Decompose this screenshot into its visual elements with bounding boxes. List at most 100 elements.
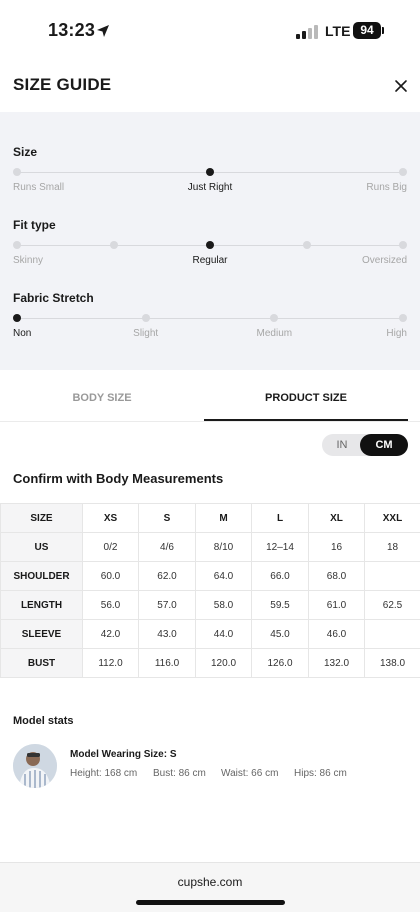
table-cell: 126.0	[251, 648, 309, 678]
fabric-stretch-scale-label: High	[386, 328, 407, 339]
table-row-header: SLEEVE	[0, 619, 83, 649]
table-cell: 12–14	[251, 532, 309, 562]
signal-icon	[296, 25, 318, 39]
table-cell: 64.0	[195, 561, 252, 591]
fit-type-scale-dot[interactable]	[206, 241, 214, 249]
table-row-header: BUST	[0, 648, 83, 678]
table-cell: 8/10	[195, 532, 252, 562]
table-row-header: US	[0, 532, 83, 562]
fabric-stretch-scale-dot[interactable]	[13, 314, 21, 322]
table-row-header: SIZE	[0, 503, 83, 533]
fit-type-scale-dot[interactable]	[399, 241, 407, 249]
fit-type-scale-dot[interactable]	[13, 241, 21, 249]
table-cell	[364, 561, 420, 591]
table-cell: 60.0	[82, 561, 139, 591]
fit-type-scale-dot[interactable]	[109, 241, 118, 249]
table-row-header: LENGTH	[0, 590, 83, 620]
home-indicator[interactable]	[136, 900, 285, 905]
table-row-header: SHOULDER	[0, 561, 83, 591]
fit-panel: Size Runs Small Just Right Runs Big Fit ty…	[0, 112, 420, 370]
fit-type-scale-dot[interactable]	[302, 241, 311, 249]
unit-cm-button[interactable]: CM	[360, 434, 408, 456]
table-cell: 132.0	[308, 648, 365, 678]
fabric-stretch-scale-dot[interactable]	[270, 314, 279, 322]
table-cell: 57.0	[138, 590, 196, 620]
fit-type-scale-label: Oversized	[361, 255, 407, 266]
size-scale-dot[interactable]	[399, 168, 407, 176]
model-hips: Hips: 86 cm	[294, 768, 347, 779]
table-cell: 43.0	[138, 619, 196, 649]
table-cell: 66.0	[251, 561, 309, 591]
size-scale: Size Runs Small Just Right Runs Big	[0, 145, 420, 207]
size-scale-dot[interactable]	[206, 168, 214, 176]
table-cell: 138.0	[364, 648, 420, 678]
fabric-stretch-scale-label: Non	[13, 328, 32, 339]
table-cell: XS	[82, 503, 139, 533]
table-cell: 62.0	[138, 561, 196, 591]
size-scale-label: Runs Small	[13, 182, 65, 193]
table-cell: 59.5	[251, 590, 309, 620]
fit-type-scale-label: Skinny	[13, 255, 44, 266]
table-cell: XXL	[364, 503, 420, 533]
header: SIZE GUIDE	[0, 62, 420, 112]
table-cell: 58.0	[195, 590, 252, 620]
table-cell: 120.0	[195, 648, 252, 678]
table-cell: 18	[364, 532, 420, 562]
fit-type-scale-label: Regular	[192, 255, 228, 266]
table-row: LENGTH 56.0 57.0 58.0 59.5 61.0 62.5	[0, 590, 420, 620]
size-scale-label: Just Right	[187, 182, 233, 193]
table-cell: S	[138, 503, 196, 533]
fit-type-scale-title: Fit type	[13, 218, 56, 232]
url-bar[interactable]: cupshe.com	[0, 875, 420, 889]
model-avatar	[13, 744, 57, 788]
status-bar: 13:23 LTE 94	[0, 0, 420, 62]
network-label: LTE	[325, 23, 351, 39]
fabric-stretch-scale-title: Fabric Stretch	[13, 291, 94, 305]
table-header-row: SIZE XS S M L XL XXL	[0, 503, 420, 533]
tab-body-size[interactable]: BODY SIZE	[0, 376, 204, 421]
battery-icon: 94	[353, 22, 381, 39]
table-cell: 68.0	[308, 561, 365, 591]
unit-toggle: IN CM	[322, 434, 408, 456]
active-tab-indicator	[204, 419, 408, 421]
size-guide-page: 13:23 LTE 94 SIZE GUIDE Size Runs Small J…	[0, 0, 420, 912]
table-cell: 46.0	[308, 619, 365, 649]
table-cell: 45.0	[251, 619, 309, 649]
model-bust: Bust: 86 cm	[153, 768, 206, 779]
size-scale-dot[interactable]	[13, 168, 21, 176]
unit-in-button[interactable]: IN	[324, 434, 360, 456]
table-cell: 112.0	[82, 648, 139, 678]
table-cell: 61.0	[308, 590, 365, 620]
page-title: SIZE GUIDE	[13, 75, 112, 94]
table-cell: 0/2	[82, 532, 139, 562]
table-cell: 62.5	[364, 590, 420, 620]
table-cell: L	[251, 503, 309, 533]
table-cell: 56.0	[82, 590, 139, 620]
size-table: SIZE XS S M L XL XXL US 0/2 4/6 8/10 12–14 16 18 SHOUL…	[0, 503, 420, 678]
fabric-stretch-scale-dot[interactable]	[399, 314, 407, 322]
fabric-stretch-scale-track	[17, 318, 403, 319]
fabric-stretch-scale-label: Medium	[256, 328, 293, 339]
table-cell: M	[195, 503, 252, 533]
close-icon[interactable]	[390, 75, 412, 97]
fit-type-scale: Fit type Skinny Regular Oversized	[0, 218, 420, 280]
table-row: US 0/2 4/6 8/10 12–14 16 18	[0, 532, 420, 562]
fabric-stretch-scale: Fabric Stretch Non Slight Medium High	[0, 291, 420, 353]
model-wearing-size: Model Wearing Size: S	[70, 749, 177, 760]
browser-bottom-bar: cupshe.com	[0, 862, 420, 912]
table-cell: 44.0	[195, 619, 252, 649]
tab-product-size[interactable]: PRODUCT SIZE	[204, 376, 408, 421]
model-stats-heading: Model stats	[13, 715, 74, 727]
model-waist: Waist: 66 cm	[221, 768, 279, 779]
table-row: SHOULDER 60.0 62.0 64.0 66.0 68.0	[0, 561, 420, 591]
fabric-stretch-scale-dot[interactable]	[141, 314, 150, 322]
model-height: Height: 168 cm	[70, 768, 138, 779]
table-cell: XL	[308, 503, 365, 533]
table-cell: 42.0	[82, 619, 139, 649]
size-scale-label: Runs Big	[366, 182, 407, 193]
size-tabs: BODY SIZE PRODUCT SIZE	[0, 376, 420, 422]
table-row: SLEEVE 42.0 43.0 44.0 45.0 46.0	[0, 619, 420, 649]
table-cell: 4/6	[138, 532, 196, 562]
model-photo-icon	[13, 744, 57, 788]
table-cell: 16	[308, 532, 365, 562]
